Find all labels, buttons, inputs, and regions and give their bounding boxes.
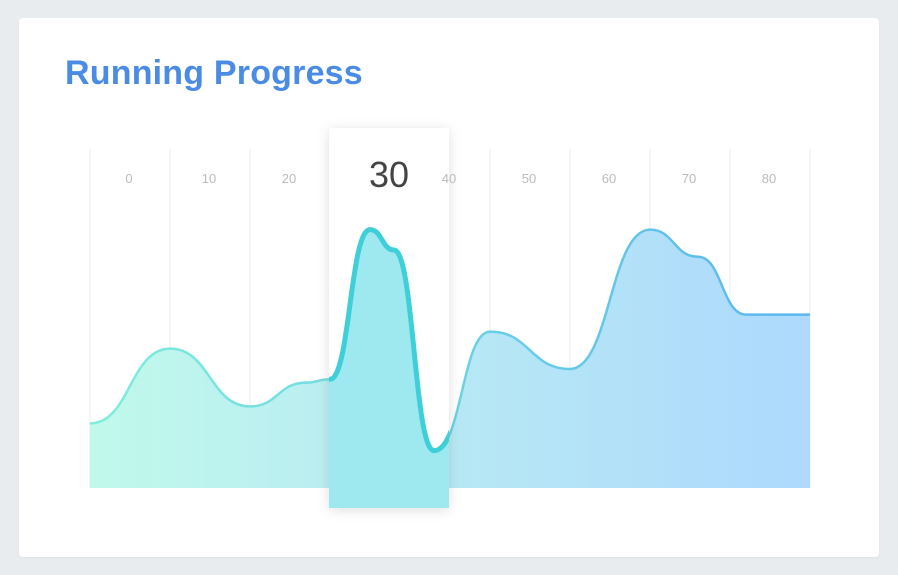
running-progress-chart: 0 10 20 30 40 50 60 70 80: [89, 128, 811, 508]
x-tick-label: 40: [442, 171, 456, 186]
x-tick-label-active: 30: [369, 154, 409, 195]
x-tick-label: 50: [522, 171, 536, 186]
x-tick-label: 70: [682, 171, 696, 186]
x-tick-label: 60: [602, 171, 616, 186]
x-tick-label: 0: [125, 171, 132, 186]
x-tick-label: 20: [282, 171, 296, 186]
x-tick-label: 80: [762, 171, 776, 186]
x-tick-label: 10: [202, 171, 216, 186]
area-fill: [90, 229, 810, 488]
x-tick-labels: 0 10 20 30 40 50 60 70 80: [125, 154, 776, 195]
